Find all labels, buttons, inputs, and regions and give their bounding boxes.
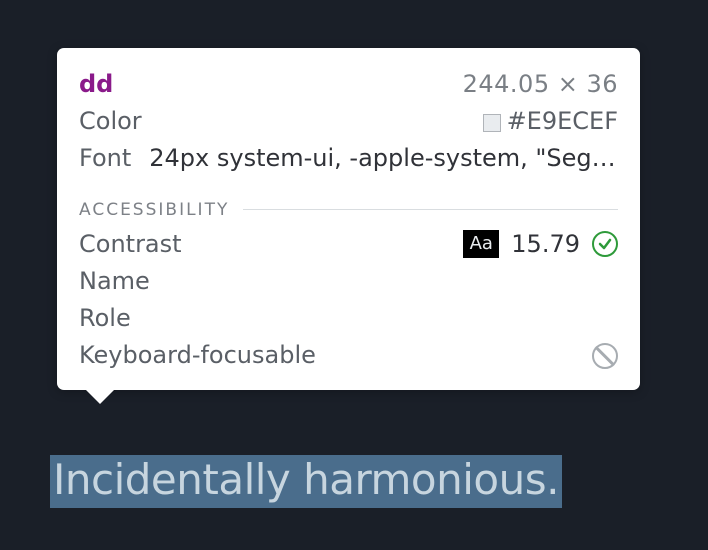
color-row: Color #E9ECEF	[79, 103, 618, 140]
keyboard-focusable-label: Keyboard-focusable	[79, 337, 316, 374]
color-swatch-icon	[483, 114, 501, 132]
font-row: Font 24px system-ui, -apple-system, "Seg…	[79, 140, 618, 177]
color-value: #E9ECEF	[507, 103, 618, 140]
contrast-value: 15.79	[511, 226, 580, 263]
element-dimensions: 244.05 × 36	[463, 66, 618, 103]
contrast-preview-badge: Aa	[463, 230, 499, 258]
accessible-name-label: Name	[79, 263, 150, 300]
section-divider	[243, 209, 618, 210]
element-inspector-tooltip: dd 244.05 × 36 Color #E9ECEF Font 24px s…	[57, 48, 640, 390]
font-label: Font	[79, 140, 131, 177]
name-row: Name	[79, 263, 618, 300]
contrast-row: Contrast Aa 15.79	[79, 226, 618, 263]
role-label: Role	[79, 300, 131, 337]
contrast-label: Contrast	[79, 226, 182, 263]
role-row: Role	[79, 300, 618, 337]
header-row: dd 244.05 × 36	[79, 66, 618, 103]
accessibility-section-header: Accessibility	[79, 200, 618, 220]
color-label: Color	[79, 103, 142, 140]
element-tag: dd	[79, 66, 113, 103]
not-allowed-icon	[592, 343, 618, 369]
font-value: 24px system-ui, -apple-system, "Segoe…	[149, 140, 618, 177]
keyboard-focusable-row: Keyboard-focusable	[79, 337, 618, 374]
accessibility-label: Accessibility	[79, 200, 243, 220]
check-circle-icon	[592, 231, 618, 257]
inspected-text[interactable]: Incidentally harmonious.	[50, 455, 562, 508]
